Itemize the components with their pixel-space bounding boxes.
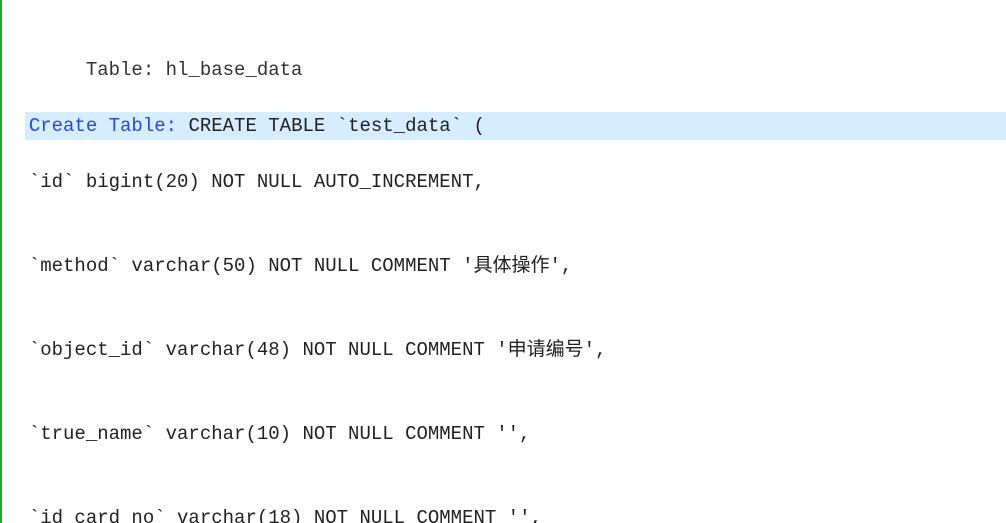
create-table-header: Create Table: CREATE TABLE `test_data` ( — [25, 112, 1006, 140]
col-id: `id` bigint(20) NOT NULL AUTO_INCREMENT, — [2, 168, 1006, 196]
col-object-id: `object_id` varchar(48) NOT NULL COMMENT… — [2, 336, 1006, 364]
col-true-name: `true_name` varchar(10) NOT NULL COMMENT… — [2, 420, 1006, 448]
mysql-output: Table: hl_base_data Create Table: CREATE… — [0, 0, 1006, 523]
create-table-stmt-open: CREATE TABLE `test_data` ( — [188, 115, 484, 137]
create-table-label: Create Table: — [29, 115, 189, 137]
col-method: `method` varchar(50) NOT NULL COMMENT '具… — [2, 252, 1006, 280]
col-id-card-no: `id_card_no` varchar(18) NOT NULL COMMEN… — [2, 504, 1006, 523]
prev-line-partial: Table: hl_base_data — [2, 56, 1006, 84]
